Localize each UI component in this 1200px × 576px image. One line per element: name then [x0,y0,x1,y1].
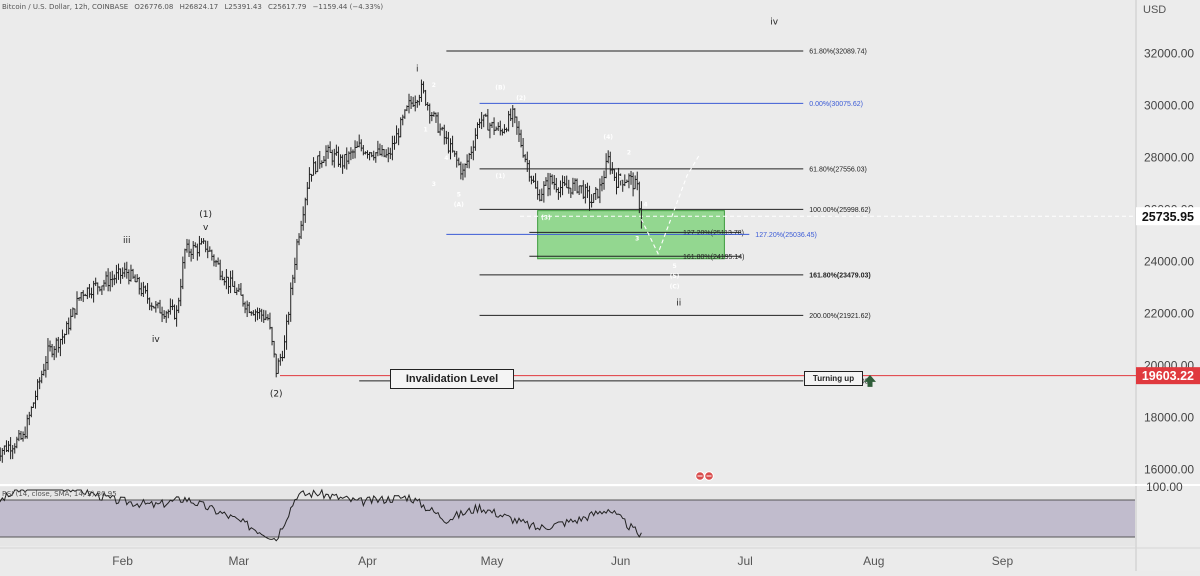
wave-label: (1) [199,210,212,220]
wave-label: iii [123,236,131,246]
fib-level-label: 100.00%(25998.62) [809,207,871,214]
ohlc-change: −1159.44 (−4.33%) [312,3,384,11]
wave-label: 3 [432,181,436,188]
chart-canvas[interactable]: USD16000.0018000.0020000.0022000.0024000… [0,0,1200,571]
wave-label: (A) [454,202,464,209]
wave-label: (4) [603,134,613,141]
chart: USD 16000.00 18000.00 20000.00 22000.00 24000… [0,0,1200,571]
fib-level-label: 127.20%(25113.78) [683,230,744,237]
x-tick-label: Aug [863,554,884,568]
wave-label: (2) [516,95,526,102]
fib-level-label: 0.00%(30075.62) [809,101,863,108]
y-tick-label: 18000.00 [1144,410,1194,424]
wave-label: i [416,65,419,75]
ohlc-close: C25617.79 [268,3,307,11]
ohlc-low: L25391.43 [224,3,262,11]
wave-label: 5 [457,191,461,198]
turning-up-label[interactable]: Turning up [804,371,863,386]
wave-label: (5) [670,273,680,280]
wave-label: 2 [627,150,631,157]
fib-level-label: 127.20%(25036.45) [755,232,817,239]
wave-label: (2) [270,390,283,400]
wave-label: 1 [424,126,428,133]
rsi-indicator-label[interactable]: RSI (14, close, SMA, 14, 2) 30.95 [2,490,117,498]
wave-label: (C) [670,284,680,291]
currency-label: USD [1143,4,1166,16]
y-tick-label: 28000.00 [1144,150,1194,164]
ohlc-high: H26824.17 [179,3,219,11]
rsi-band [0,500,1135,537]
fib-level-label: 161.80%(24195.14) [683,254,745,261]
wave-label: 5 [673,263,677,270]
wave-label: (1) [495,173,505,180]
ohlc-open: O26776.08 [134,3,174,11]
wave-label: iv [770,18,779,28]
wave-label: (B) [495,85,505,92]
symbol-header: Bitcoin / U.S. Dollar, 12h, COINBASE O26… [2,3,387,11]
x-tick-label: Apr [358,554,377,568]
fib-level-label: 200.00%(21921.62) [809,313,871,320]
y-tick-label: 22000.00 [1144,306,1194,320]
fib-level-label: 61.80%(27556.03) [809,166,867,173]
x-tick-label: Mar [229,554,250,568]
y-tick-label: 32000.00 [1144,46,1194,60]
wave-label: 3 [635,236,639,243]
wave-label: iv [152,335,161,345]
x-tick-label: Sep [992,554,1014,568]
x-tick-label: Jun [611,554,630,568]
wave-label: 1 [619,176,623,183]
red-level-badge-text: 19603.22 [1142,369,1194,383]
symbol-name[interactable]: Bitcoin / U.S. Dollar, 12h, COINBASE [2,3,128,11]
rsi-axis-label: 100.00 [1146,480,1183,494]
x-tick-label: May [481,554,504,568]
wave-label: ii [676,299,681,309]
wave-label: (3) [541,215,551,222]
wave-label: 4 [643,202,647,209]
x-tick-label: Feb [112,554,133,568]
wave-label: v [203,223,209,233]
wave-label: 4 [444,155,448,162]
x-tick-label: Jul [737,554,752,568]
fib-level-label: 161.80%(23479.03) [809,272,871,279]
invalidation-level-label[interactable]: Invalidation Level [390,369,514,389]
current-price-badge-text: 25735.95 [1142,210,1194,224]
y-tick-label: 30000.00 [1144,98,1194,112]
fib-level-label: 61.80%(32089.74) [809,49,867,56]
wave-label: 2 [432,82,436,89]
y-tick-label: 16000.00 [1144,462,1194,476]
y-tick-label: 24000.00 [1144,254,1194,268]
